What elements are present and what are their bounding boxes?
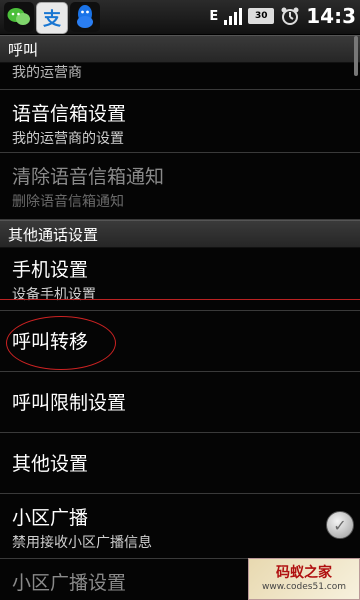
wechat-icon [4,2,34,32]
list-item-subtitle: 删除语音信箱通知 [12,194,124,210]
system-status: E 30 14:3 [209,4,356,28]
annotation-underline [0,299,360,300]
list-item-subtitle: 设备手机设置 [12,287,96,303]
list-item-subtitle: 我的运营商的设置 [12,131,124,147]
list-item-carrier[interactable]: 我的运营商 [0,60,360,90]
list-item-subtitle: 我的运营商 [12,65,82,81]
list-item-subtitle: 禁用接收小区广播信息 [12,535,152,551]
notification-icons: 支 [4,2,100,34]
signal-icon [224,7,243,25]
list-item-title: 手机设置 [12,259,89,281]
list-item-cell-broadcast[interactable]: 小区广播 禁用接收小区广播信息 ✓ [0,495,360,559]
checkbox-cell-broadcast[interactable]: ✓ [326,511,354,539]
list-item-title: 小区广播 [12,507,89,529]
section-header-other-call-settings: 其他通话设置 [0,220,360,248]
network-type: E [209,8,219,24]
list-item-phone-settings[interactable]: 手机设置 设备手机设置 [0,249,360,311]
annotation-circle [6,316,116,370]
list-item-call-barring[interactable]: 呼叫限制设置 [0,373,360,433]
status-bar: 支 E 30 14:3 [0,0,360,35]
section-header-calls: 呼叫 [0,35,360,63]
phone-screen: 支 E 30 14:3 呼叫 我的运营商 语音信箱设置 我的运营商的设置 清除语… [0,0,360,600]
list-item-voicemail-settings[interactable]: 语音信箱设置 我的运营商的设置 [0,91,360,153]
watermark-logo: 码蚁之家 www.codes51.com [248,558,360,600]
qq-icon [70,2,100,32]
list-item-title: 语音信箱设置 [12,103,127,125]
list-item-title: 清除语音信箱通知 [12,166,165,188]
list-item-title: 其他设置 [12,453,89,475]
clock: 14:3 [306,4,356,28]
list-item-clear-voicemail[interactable]: 清除语音信箱通知 删除语音信箱通知 [0,154,360,220]
watermark-title: 码蚁之家 [276,565,332,581]
list-item-other-settings[interactable]: 其他设置 [0,434,360,494]
watermark-url: www.codes51.com [261,582,347,592]
scrollbar[interactable] [354,36,358,76]
alarm-icon [281,7,299,25]
list-item-title: 呼叫限制设置 [12,392,127,414]
battery-icon: 30 [248,8,275,24]
zhi-icon: 支 [36,2,68,34]
